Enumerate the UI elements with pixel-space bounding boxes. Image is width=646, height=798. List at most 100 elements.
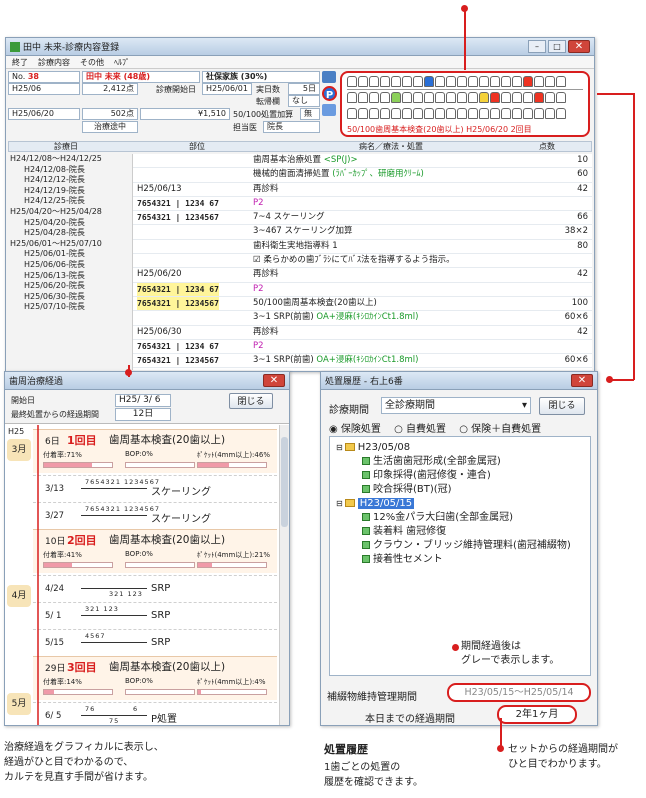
perio-scrollbar[interactable] [279, 425, 289, 725]
procedure-row[interactable]: 5/15 4567 SRP [33, 629, 277, 655]
tooth-icon[interactable] [545, 108, 555, 119]
tooth-icon[interactable] [468, 76, 478, 87]
radio-self[interactable]: ○ 自費処置 [394, 424, 446, 435]
radio-insurance[interactable]: ◉ 保険処置 [329, 424, 381, 435]
tooth-icon[interactable] [534, 92, 544, 103]
table-row[interactable]: 7654321 | 1234 67 P2 [133, 197, 592, 212]
tooth-icon[interactable] [457, 108, 467, 119]
tree-item[interactable]: H25/04/20〜H25/04/28 [10, 207, 128, 218]
start-date[interactable]: H25/06/01 [202, 83, 252, 95]
table-row[interactable]: 7654321 | 1234567 50/100歯周基本検査(20歯以上) 100 [133, 296, 592, 312]
procedure-row[interactable]: 6/ 5 76 6 75 P処置 [33, 702, 277, 725]
history-date-node[interactable]: ⊟ H23/05/15 [336, 497, 584, 510]
p-icon[interactable]: P [322, 86, 337, 101]
tooth-icon[interactable] [446, 76, 456, 87]
table-row[interactable]: 3~467 スケーリング加算 38×2 [133, 225, 592, 240]
tooth-icon[interactable] [369, 92, 379, 103]
tooth-icon[interactable] [402, 76, 412, 87]
tooth-icon[interactable] [501, 92, 511, 103]
table-row[interactable]: 7654321 | 1234567 7~4 スケーリング 66 [133, 211, 592, 226]
menu-other[interactable]: その他 [80, 57, 104, 67]
tooth-icon[interactable] [391, 76, 401, 87]
exam-card[interactable]: 10日 2回目 歯周基本検査(20歯以上) 付着率:41% BOP:0% ﾎﾟｹｯﾄ(4m… [33, 529, 277, 573]
tree-item[interactable]: H24/12/19-院長 [10, 186, 128, 197]
tooth-icon[interactable] [369, 108, 379, 119]
tree-item[interactable]: H25/07/10-院長 [10, 302, 128, 313]
menu-quit[interactable]: 終了 [12, 57, 28, 67]
tooth-icon[interactable] [523, 108, 533, 119]
tooth-icon[interactable] [556, 76, 566, 87]
tooth-icon[interactable] [523, 92, 533, 103]
tooth-icon[interactable] [402, 108, 412, 119]
tooth-icon[interactable] [534, 76, 544, 87]
table-row[interactable]: H25/06/20 再診料 42 [133, 268, 592, 283]
tooth-icon[interactable] [347, 108, 357, 119]
table-row[interactable]: 歯周基本治療処置 <SP(J)> 10 [133, 154, 592, 169]
procedure-row[interactable]: 3/13 7654321 1234567 スケーリング [33, 475, 277, 501]
tooth-icon[interactable] [413, 108, 423, 119]
tree-item[interactable]: H25/06/06-院長 [10, 260, 128, 271]
table-row[interactable]: H25/06/13 再診料 42 [133, 183, 592, 197]
close-button[interactable]: ✕ [568, 40, 590, 53]
tree-item[interactable]: H25/06/01〜H25/07/10 [10, 239, 128, 250]
tooth-icon[interactable] [413, 76, 423, 87]
fee-value[interactable]: 無 [300, 108, 320, 120]
tooth-icon[interactable] [413, 92, 423, 103]
chat-icon[interactable] [322, 71, 336, 83]
tooth-icon[interactable] [479, 76, 489, 87]
tooth-icon[interactable] [457, 76, 467, 87]
tooth-icon[interactable] [380, 76, 390, 87]
tooth-icon[interactable] [380, 92, 390, 103]
history-item[interactable]: クラウン・ブリッジ維持管理料(歯冠補綴物) [336, 539, 584, 552]
tooth-icon[interactable] [468, 108, 478, 119]
tree-item[interactable]: H25/04/28-院長 [10, 228, 128, 239]
tooth-icon[interactable] [446, 108, 456, 119]
tooth-icon[interactable] [347, 76, 357, 87]
table-row[interactable]: 7654321 | 1234 67 P2 [133, 340, 592, 355]
maximize-button[interactable]: □ [548, 40, 566, 53]
tooth-icon[interactable] [512, 108, 522, 119]
history-item[interactable]: 生活歯歯冠形成(全部金属冠) [336, 455, 584, 468]
tree-item[interactable]: H25/06/13-院長 [10, 271, 128, 282]
tooth-icon[interactable] [556, 108, 566, 119]
exam-card[interactable]: 29日 3回目 歯周基本検査(20歯以上) 付着率:14% BOP:0% ﾎﾟｹｯﾄ(4m… [33, 656, 277, 700]
tooth-icon[interactable] [358, 108, 368, 119]
procedure-row[interactable]: 5/ 1 321 123 SRP [33, 602, 277, 628]
table-row[interactable]: 3~1 SRP(前歯) OA+浸麻(ｷｼﾛｶｲﾝCt1.8ml) 60×6 [133, 311, 592, 326]
scroll-thumb[interactable] [281, 437, 288, 527]
tooth-icon[interactable] [512, 92, 522, 103]
tree-item[interactable]: H25/06/20-院長 [10, 281, 128, 292]
tree-item[interactable]: H25/04/20-院長 [10, 218, 128, 229]
tree-item[interactable]: H24/12/08〜H24/12/25 [10, 154, 128, 165]
history-close-icon[interactable]: ✕ [571, 374, 593, 387]
table-row[interactable]: 7654321 | 1234567 3~1 SRP(前歯) OA+浸麻(ｷｼﾛｶｲ… [133, 354, 592, 369]
tooth-icon[interactable] [457, 92, 467, 103]
dental-chart[interactable]: 50/100歯周基本検査(20歯以上) H25/06/20 2回目 [340, 71, 590, 137]
table-row[interactable]: 歯科衛生実地指導料 1 80 [133, 240, 592, 255]
tooth-icon[interactable] [490, 108, 500, 119]
tree-item[interactable]: H25/06/01-院長 [10, 249, 128, 260]
history-item[interactable]: 12%金パラ大臼歯(全部金属冠) [336, 511, 584, 524]
tooth-icon[interactable] [358, 92, 368, 103]
tooth-icon[interactable] [358, 76, 368, 87]
tooth-icon[interactable] [424, 108, 434, 119]
tooth-icon[interactable] [402, 92, 412, 103]
tooth-icon[interactable] [545, 76, 555, 87]
perio-close-button[interactable]: 閉じる [229, 393, 273, 409]
tooth-icon[interactable] [501, 108, 511, 119]
doctor-value[interactable]: 院長 [263, 121, 320, 133]
tooth-icon[interactable] [391, 92, 401, 103]
tree-item[interactable]: H24/12/25-院長 [10, 196, 128, 207]
tooth-icon[interactable] [446, 92, 456, 103]
history-item[interactable]: 接着性セメント [336, 553, 584, 566]
perio-close-icon[interactable]: ✕ [263, 374, 285, 387]
tooth-icon[interactable] [424, 92, 434, 103]
history-date-node[interactable]: ⊟ H23/05/08 [336, 441, 584, 454]
tooth-icon[interactable] [424, 76, 434, 87]
procedure-row[interactable]: 3/27 7654321 1234567 スケーリング [33, 502, 277, 528]
history-item[interactable]: 装着料 歯冠修復 [336, 525, 584, 538]
menu-treatment[interactable]: 診療内容 [38, 57, 70, 67]
table-row[interactable]: 機械的歯面清掃処置 (ﾗﾊﾞｰｶｯﾌﾟ、研磨用ｸﾘｰﾑ) 60 [133, 168, 592, 183]
visit-tree[interactable]: H24/12/08〜H24/12/25 H24/12/08-院長 H24/12/12… [10, 154, 128, 370]
tooth-icon[interactable] [468, 92, 478, 103]
